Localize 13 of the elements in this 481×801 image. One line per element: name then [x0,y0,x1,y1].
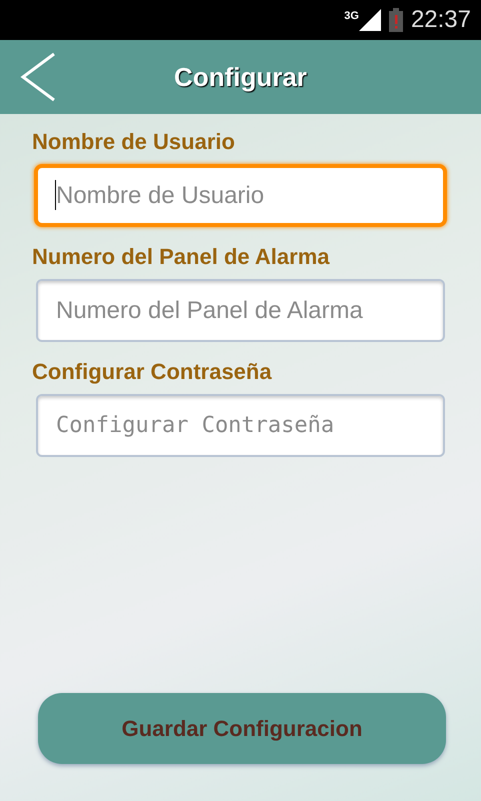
clock: 22:37 [410,5,471,35]
signal-icon [358,9,381,31]
network-type: 3G [344,9,359,24]
text-cursor [55,180,56,210]
field-label: Nombre de Usuario [32,128,236,156]
input-field[interactable]: Configurar Contraseña [36,394,445,457]
input-field[interactable]: Numero del Panel de Alarma [36,279,445,342]
input-field[interactable]: Nombre de Usuario [34,164,447,227]
battery-alert-icon [388,8,403,32]
field-label: Configurar Contraseña [32,358,273,386]
page-title: Configurar [174,60,307,94]
field-label: Numero del Panel de Alarma [32,243,331,271]
save-button[interactable]: Guardar Configuracion [38,693,446,764]
